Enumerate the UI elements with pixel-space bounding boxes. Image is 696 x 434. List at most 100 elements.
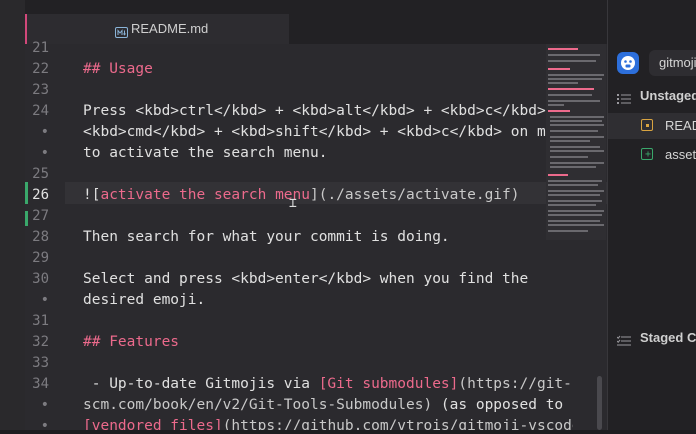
code-line-34-wrap: scm.com/book/en/v2/Git-Tools-Submodules)… [83, 397, 563, 413]
code-line-26: ![activate the search menu](./assets/act… [83, 187, 520, 203]
list-item-text: - Up-to-date Gitmojis via [83, 376, 319, 392]
link-url: scm.com/book/en/v2/Git-Tools-Submodules) [83, 397, 433, 413]
image-marker: ![ [83, 187, 101, 203]
wrap-marker: • [40, 292, 49, 308]
minimap-line [550, 146, 600, 148]
wrap-marker: • [40, 145, 49, 161]
minimap-line [548, 220, 600, 222]
source-control-panel: gitmoji Unstaged READ + asset Staged Ch [607, 0, 696, 430]
unstaged-section-label[interactable]: Unstaged [640, 88, 696, 103]
minimap-line [548, 230, 588, 232]
minimap-line [548, 104, 564, 106]
panel-divider [607, 0, 608, 430]
minimap[interactable] [546, 44, 606, 240]
code-line-22: ## Usage [83, 61, 153, 77]
minimap-line [548, 190, 604, 192]
minimap-line [548, 100, 600, 102]
line-number: 30 [32, 271, 49, 287]
wrap-marker: • [40, 418, 49, 434]
minimap-line [550, 156, 588, 158]
file-name: asset [665, 147, 696, 162]
link-text: [vendored files] [83, 418, 223, 430]
code-line-34-wrap: [vendored files](https://github.com/vtro… [83, 418, 573, 430]
tab-bar: README.md [25, 0, 607, 44]
link-text: [Git submodules] [318, 376, 459, 392]
editor[interactable]: 21 22 23 24 • • 25 26 27 28 29 30 • 31 3… [25, 40, 607, 434]
image-alt-text: activate the search menu [100, 187, 310, 203]
link-url: (https://github.com/vtrois/gitmoji-vscod… [222, 418, 573, 430]
tab-readme[interactable]: README.md [25, 14, 289, 44]
image-url: ](./assets/activate.gif) [309, 187, 520, 203]
vertical-scrollbar[interactable] [597, 376, 602, 430]
file-row-readme[interactable]: READ [607, 113, 696, 139]
line-number: 24 [32, 103, 49, 119]
staged-section-label[interactable]: Staged Ch [640, 330, 696, 345]
minimap-line [548, 210, 604, 212]
modified-dot [646, 124, 649, 127]
minimap-line [548, 48, 578, 50]
list-item-text: (as opposed to [432, 397, 564, 413]
line-number: 26 [32, 187, 49, 203]
line-number: 32 [32, 334, 49, 350]
line-number: 27 [32, 208, 49, 224]
line-number: 21 [32, 40, 49, 56]
minimap-line [548, 68, 570, 70]
markdown-file-icon [115, 23, 128, 42]
line-number: 28 [32, 229, 49, 245]
minimap-line [550, 166, 596, 168]
code-line-28: Then search for what your commit is doin… [83, 229, 450, 245]
activity-bar [0, 0, 25, 430]
gitmoji-logo-icon [617, 52, 639, 74]
minimap-line [548, 78, 602, 80]
line-number: 25 [32, 166, 49, 182]
minimap-line [550, 116, 604, 118]
minimap-line [548, 214, 602, 216]
minimap-line [548, 180, 602, 182]
minimap-line [548, 174, 568, 176]
code-line-32: ## Features [83, 334, 180, 350]
wrap-marker: • [40, 397, 49, 413]
line-number: 22 [32, 61, 49, 77]
minimap-line [548, 200, 602, 202]
code-line-24-wrap: <kbd>cmd</kbd> + <kbd>shift</kbd> + <kbd… [83, 124, 573, 140]
minimap-line [548, 88, 594, 90]
minimap-line [548, 204, 596, 206]
text-cursor-icon: ⌶ [289, 196, 297, 211]
file-row-assets[interactable]: + asset [607, 142, 696, 168]
code-content[interactable]: ## Usage Press <kbd>ctrl</kbd> + <kbd>al… [83, 44, 573, 430]
minimap-line [550, 136, 604, 138]
minimap-line [550, 140, 590, 142]
minimap-line [550, 150, 604, 152]
minimap-line [548, 54, 600, 56]
minimap-line [548, 194, 600, 196]
minimap-line [550, 130, 598, 132]
minimap-line [548, 224, 604, 226]
minimap-line [548, 82, 578, 84]
repo-selector[interactable]: gitmoji [649, 50, 696, 76]
plus-icon: + [645, 149, 652, 160]
minimap-line [550, 120, 602, 122]
line-number: 33 [32, 355, 49, 371]
repo-name: gitmoji [659, 55, 696, 70]
wrap-marker: • [40, 124, 49, 140]
minimap-line [548, 74, 604, 76]
line-number: 34 [32, 376, 49, 392]
file-name: READ [665, 118, 696, 133]
code-line-34: - Up-to-date Gitmojis via [Git submodule… [83, 376, 572, 392]
line-number: 31 [32, 313, 49, 329]
link-url: (https://git- [458, 376, 572, 392]
line-gutter: 21 22 23 24 • • 25 26 27 28 29 30 • 31 3… [25, 40, 65, 434]
minimap-line [550, 124, 604, 126]
tab-label: README.md [131, 21, 209, 36]
line-number: 29 [32, 250, 49, 266]
minimap-line [548, 184, 598, 186]
minimap-line [548, 60, 596, 62]
minimap-line [550, 162, 604, 164]
list-icon [617, 90, 631, 109]
minimap-line [548, 94, 592, 96]
line-number: 23 [32, 82, 49, 98]
code-line-30-wrap: desired emoji. [83, 292, 206, 308]
staged-list-icon [616, 332, 631, 351]
code-line-30: Select and press <kbd>enter</kbd> when y… [83, 271, 529, 287]
code-line-24-wrap: to activate the search menu. [83, 145, 328, 161]
